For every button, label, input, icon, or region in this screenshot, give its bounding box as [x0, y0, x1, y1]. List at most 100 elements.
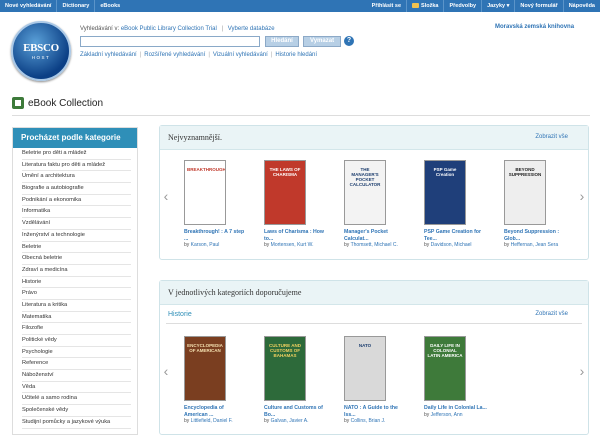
topbar-link[interactable]: Dictionary	[56, 0, 94, 12]
topbar-link[interactable]: Přihlásit se	[367, 0, 406, 12]
book-author[interactable]: Davidson, Michael	[431, 242, 472, 248]
book-item[interactable]: NATO NATO : A Guide to the Iss... by Colli…	[344, 336, 424, 425]
category-item[interactable]: Historie	[22, 277, 131, 289]
category-item[interactable]: Biografie a autobiografie	[22, 183, 131, 195]
by-label: by	[344, 418, 350, 424]
carousel-prev-arrow-icon[interactable]: ‹	[161, 186, 171, 206]
category-item[interactable]: Vzdělávání	[22, 218, 131, 230]
book-title[interactable]: Laws of Charisma : How to...	[264, 229, 328, 242]
topbar-link[interactable]: Nápověda	[562, 0, 600, 12]
book-author-line: by Mortensen, Kurt W.	[264, 242, 336, 249]
category-item[interactable]: Právo	[22, 288, 131, 300]
category-item[interactable]: Podnikání a ekonomika	[22, 195, 131, 207]
topbar-link[interactable]: Nový formulář	[514, 0, 562, 12]
book-cover[interactable]: NATO	[344, 336, 386, 401]
book-cover[interactable]: PSP Game Creation	[424, 160, 466, 225]
book-title[interactable]: PSP Game Creation for Tee...	[424, 229, 488, 242]
folder-icon	[412, 3, 420, 8]
book-item[interactable]: CULTURE AND CUSTOMS OF BAHAMAS Culture an…	[264, 336, 344, 425]
library-name[interactable]: Moravská zemská knihovna	[495, 24, 574, 30]
book-title[interactable]: Beyond Suppression : Glob...	[504, 229, 568, 242]
category-item[interactable]: Zdraví a medicína	[22, 265, 131, 277]
book-title[interactable]: Breakthrough! : A 7 step ...	[184, 229, 248, 242]
book-author[interactable]: Littlefield, Daniel F.	[191, 418, 233, 424]
book-cover-title: DAILY LIFE IN COLONIAL LATIN AMERICA	[427, 343, 463, 358]
book-author[interactable]: Karson, Paul	[191, 242, 220, 248]
category-item[interactable]: Obecná beletrie	[22, 253, 131, 265]
category-item[interactable]: Umění a architektura	[22, 171, 131, 184]
category-item[interactable]: Studijní pomůcky a jazykové výuka	[22, 417, 131, 429]
book-author[interactable]: Jefferson, Ann	[431, 412, 463, 418]
search-mode-link[interactable]: Rozšířené vyhledávání	[144, 52, 205, 58]
category-item[interactable]: Matematika	[22, 312, 131, 324]
book-title[interactable]: Encyclopedia of American ...	[184, 405, 248, 418]
topbar-link[interactable]: eBooks	[94, 0, 125, 12]
search-mode-link[interactable]: Základní vyhledávání	[80, 52, 137, 58]
book-item[interactable]: THE LAWS OF CHARISMA Laws of Charisma : H…	[264, 160, 344, 249]
category-item[interactable]: Náboženství	[22, 370, 131, 382]
category-item[interactable]: Inženýrství a technologie	[22, 230, 131, 242]
category-item[interactable]: Beletrie	[22, 242, 131, 254]
book-cover-title: BREAKTHROUGH!	[187, 167, 226, 172]
topbar-link[interactable]: Jazyky ▾	[481, 0, 514, 12]
book-cover[interactable]: BREAKTHROUGH!	[184, 160, 226, 225]
ebsco-logo[interactable]: EBSCO HOST	[11, 21, 71, 81]
topbar-link-label: Složka	[421, 3, 439, 9]
top-toolbar-left: Nové vyhledávání Dictionary eBooks	[0, 0, 125, 12]
sidebar-heading: Procházet podle kategorie	[13, 128, 137, 148]
category-item[interactable]: Beletrie pro děti a mládež	[22, 148, 131, 160]
by-label: by	[424, 411, 430, 418]
category-item[interactable]: Literatura a kritika	[22, 300, 131, 312]
book-item[interactable]: THE MANAGER'S POCKET CALCULATOR Manager's…	[344, 160, 424, 249]
book-title[interactable]: NATO : A Guide to the Iss...	[344, 405, 408, 418]
search-mode-link[interactable]: Vizuální vyhledávání	[213, 52, 268, 58]
category-item[interactable]: Literatura faktu pro děti a mládež	[22, 160, 131, 172]
book-cover[interactable]: ENCYCLOPEDIA OF AMERICAN	[184, 336, 226, 401]
book-title[interactable]: Culture and Customs of Bo...	[264, 405, 328, 418]
category-item[interactable]: Reference	[22, 358, 131, 371]
carousel-next-arrow-icon[interactable]: ›	[577, 186, 587, 206]
book-title[interactable]: Manager's Pocket Calculat...	[344, 229, 408, 242]
category-item[interactable]: Společenské vědy	[22, 405, 131, 417]
book-cover[interactable]: THE LAWS OF CHARISMA	[264, 160, 306, 225]
category-item[interactable]: Psychologie	[22, 347, 131, 359]
book-item[interactable]: BREAKTHROUGH! Breakthrough! : A 7 step ..…	[184, 160, 264, 249]
search-button[interactable]: Hledání	[265, 36, 299, 47]
category-item[interactable]: Politické vědy	[22, 335, 131, 347]
book-cover[interactable]: DAILY LIFE IN COLONIAL LATIN AMERICA	[424, 336, 466, 401]
panel-header: Nejvyznamnější. Zobrazit vše	[160, 126, 588, 150]
book-item[interactable]: ENCYCLOPEDIA OF AMERICAN Encyclopedia of …	[184, 336, 264, 425]
book-cover[interactable]: CULTURE AND CUSTOMS OF BAHAMAS	[264, 336, 306, 401]
choose-databases-link[interactable]: Vyberte databáze	[228, 26, 275, 32]
clear-button[interactable]: Vymazat	[303, 36, 341, 47]
topbar-link[interactable]: Nové vyhledávání	[0, 0, 56, 12]
search-mode-link[interactable]: Historie hledání	[275, 52, 317, 58]
top-toolbar: Nové vyhledávání Dictionary eBooks Přihlás…	[0, 0, 600, 12]
book-author[interactable]: Heffernan, Jean Sera	[511, 242, 558, 248]
database-name[interactable]: eBook Public Library Collection Trial	[121, 26, 217, 32]
category-item[interactable]: Učitelé a samo rodina	[22, 393, 131, 406]
book-item[interactable]: DAILY LIFE IN COLONIAL LATIN AMERICA Dail…	[424, 336, 504, 425]
topbar-link[interactable]: Předvolby	[443, 0, 481, 12]
book-item[interactable]: BEYOND SUPPRESSION Beyond Suppression : G…	[504, 160, 584, 249]
category-list: Beletrie pro děti a mládež Literatura fak…	[13, 148, 137, 429]
view-all-link[interactable]: Zobrazit vše	[535, 311, 568, 317]
search-input[interactable]	[80, 36, 260, 47]
carousel-next-arrow-icon[interactable]: ›	[577, 361, 587, 381]
book-author[interactable]: Thomsett, Michael C.	[351, 242, 398, 248]
book-cover[interactable]: THE MANAGER'S POCKET CALCULATOR	[344, 160, 386, 225]
book-cover[interactable]: BEYOND SUPPRESSION	[504, 160, 546, 225]
category-item[interactable]: Filozofie	[22, 323, 131, 335]
category-subheading[interactable]: Historie	[168, 311, 192, 318]
book-author[interactable]: Galvan, Javier A.	[271, 418, 309, 424]
book-author[interactable]: Collins, Brian J.	[351, 418, 386, 424]
category-item[interactable]: Věda	[22, 382, 131, 394]
view-all-link[interactable]: Zobrazit vše	[535, 134, 568, 140]
carousel-prev-arrow-icon[interactable]: ‹	[161, 361, 171, 381]
book-item[interactable]: PSP Game Creation PSP Game Creation for T…	[424, 160, 504, 249]
book-carousel: BREAKTHROUGH! Breakthrough! : A 7 step ..…	[184, 160, 584, 249]
book-author[interactable]: Mortensen, Kurt W.	[271, 242, 314, 248]
category-item[interactable]: Informatika	[22, 206, 131, 219]
topbar-link[interactable]: Složka	[406, 0, 443, 12]
help-icon[interactable]: ?	[344, 36, 354, 46]
